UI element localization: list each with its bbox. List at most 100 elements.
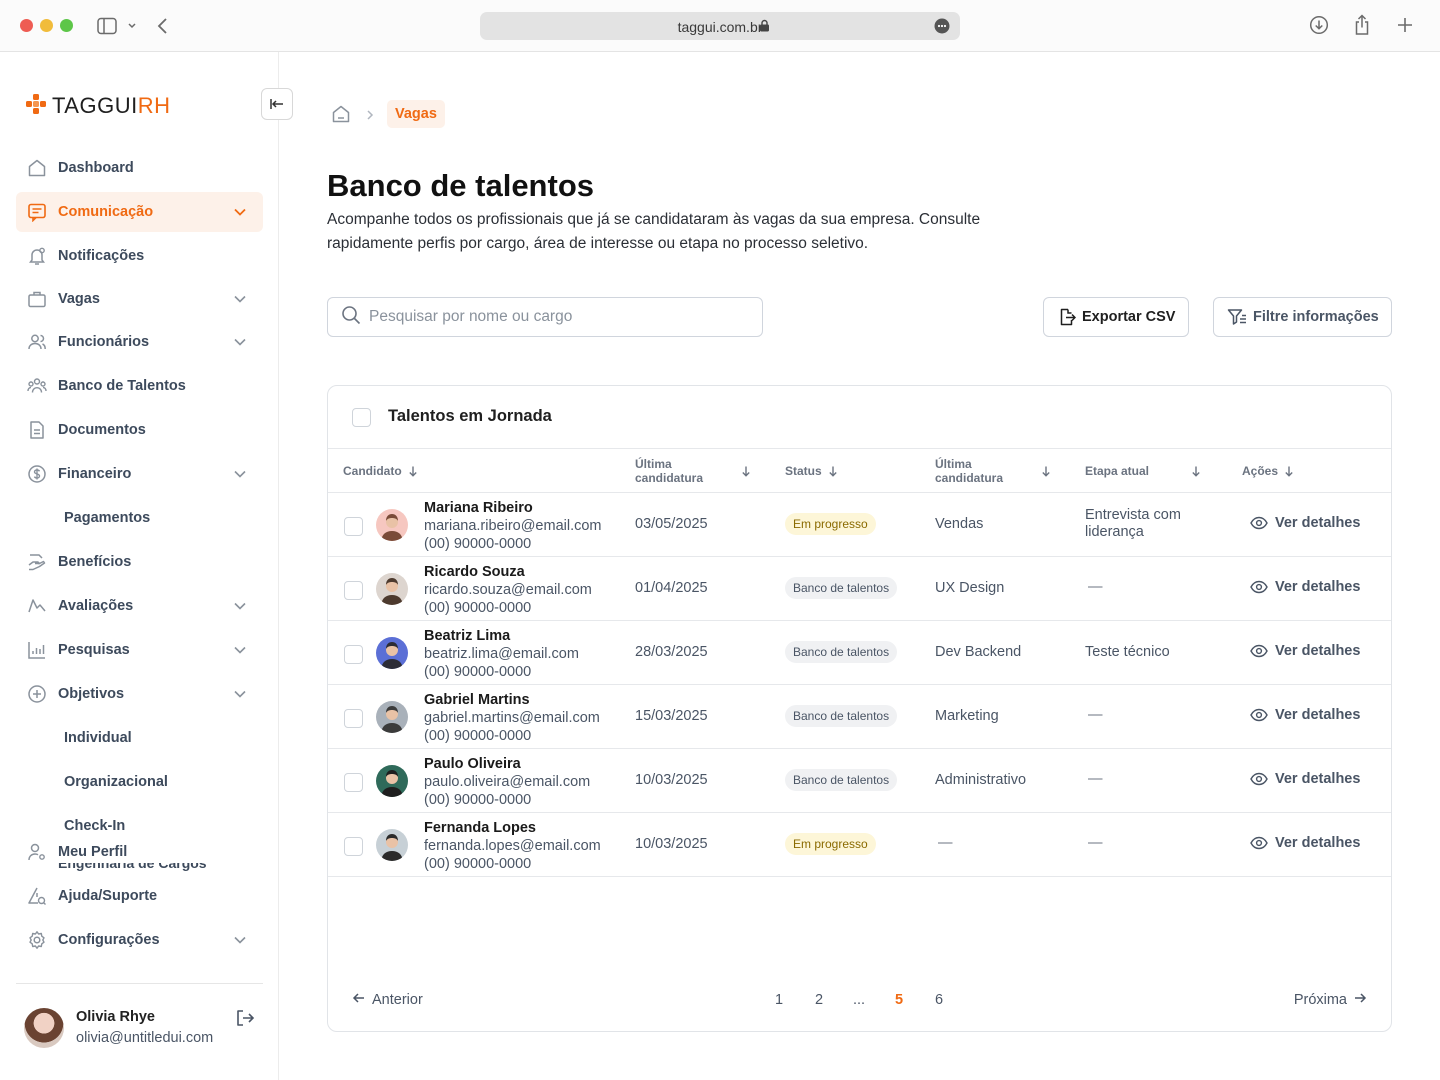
view-details-label: Ver detalhes: [1275, 515, 1361, 531]
nav-item-ajuda-suporte[interactable]: Ajuda/Suporte: [16, 876, 263, 916]
nav-item-configuracoes[interactable]: Configurações: [16, 920, 263, 960]
candidate-name[interactable]: Beatriz Lima: [424, 627, 579, 645]
nav-item-banco-de-talentos[interactable]: Banco de Talentos: [16, 366, 263, 406]
chevron-down-icon: [233, 467, 247, 486]
share-icon[interactable]: [1353, 14, 1371, 41]
nav-item-beneficios[interactable]: Benefícios: [16, 542, 263, 582]
collapse-sidebar-button[interactable]: [261, 88, 293, 120]
status-badge: Banco de talentos: [785, 769, 898, 791]
next-label: Próxima: [1293, 992, 1347, 1008]
previous-page-button[interactable]: Anterior: [352, 992, 423, 1008]
view-details-button[interactable]: Ver detalhes: [1250, 771, 1360, 787]
area-value: Vendas: [935, 516, 984, 532]
maximize-window-button[interactable]: [60, 19, 73, 32]
page-description: Acompanhe todos os profissionais que já …: [327, 211, 981, 252]
view-details-button[interactable]: Ver detalhes: [1250, 515, 1360, 531]
column-header-last-application-2[interactable]: Última candidatura: [935, 457, 1055, 485]
nav-item-financeiro[interactable]: Financeiro: [16, 454, 263, 494]
row-checkbox[interactable]: [344, 773, 363, 792]
page-number[interactable]: 5: [889, 992, 909, 1008]
row-checkbox[interactable]: [344, 517, 363, 536]
nav-label: Banco de Talentos: [58, 378, 186, 394]
area-value: —: [938, 835, 953, 851]
column-header-stage[interactable]: Etapa atual: [1085, 464, 1205, 478]
last-application-date: 01/04/2025: [635, 580, 708, 596]
next-page-button[interactable]: Próxima: [1294, 992, 1367, 1008]
sort-arrow-icon: [741, 465, 751, 477]
column-header-last-application[interactable]: Última candidatura: [635, 457, 755, 485]
candidate-name[interactable]: Ricardo Souza: [424, 563, 592, 581]
download-icon[interactable]: [1309, 15, 1329, 40]
row-checkbox[interactable]: [344, 709, 363, 728]
select-all-checkbox[interactable]: [352, 408, 371, 427]
document-icon: [27, 420, 47, 440]
breadcrumb-current[interactable]: Vagas: [387, 100, 445, 128]
nav-item-objetivos[interactable]: Objetivos: [16, 674, 263, 714]
search-box[interactable]: [327, 297, 763, 337]
status-badge: Banco de talentos: [785, 705, 898, 727]
sidebar-toggle-icon[interactable]: [97, 17, 117, 40]
close-window-button[interactable]: [20, 19, 33, 32]
table-row: Ricardo Souza ricardo.souza@email.com (0…: [328, 557, 1391, 621]
page-number[interactable]: 2: [809, 992, 829, 1008]
search-input[interactable]: [369, 308, 729, 326]
row-checkbox[interactable]: [344, 837, 363, 856]
nav-item-funcionarios[interactable]: Funcionários: [16, 322, 263, 362]
nav-subitem-organizacional[interactable]: Organizacional: [64, 774, 168, 790]
file-export-icon: [1058, 308, 1076, 326]
candidate-name[interactable]: Fernanda Lopes: [424, 819, 601, 837]
area-value: Marketing: [935, 708, 999, 724]
avatar: [376, 765, 408, 797]
export-csv-button[interactable]: Exportar CSV: [1043, 297, 1189, 337]
view-details-button[interactable]: Ver detalhes: [1250, 707, 1360, 723]
table-row: Paulo Oliveira paulo.oliveira@email.com …: [328, 749, 1391, 813]
new-tab-icon[interactable]: [1396, 16, 1414, 39]
column-header-status[interactable]: Status: [785, 464, 838, 478]
nav-subitem-individual[interactable]: Individual: [64, 730, 132, 746]
nav-item-comunicacao[interactable]: Comunicação: [16, 192, 263, 232]
user-profile[interactable]: Olivia Rhye olivia@untitledui.com: [24, 1007, 264, 1051]
avatar: [376, 637, 408, 669]
page-number[interactable]: 1: [769, 992, 789, 1008]
minimize-window-button[interactable]: [40, 19, 53, 32]
page-number[interactable]: 6: [929, 992, 949, 1008]
candidate-email: ricardo.souza@email.com: [424, 582, 592, 598]
nav-item-meu-perfil[interactable]: Meu Perfil: [16, 832, 263, 872]
view-details-button[interactable]: Ver detalhes: [1250, 643, 1360, 659]
nav-item-documentos[interactable]: Documentos: [16, 410, 263, 450]
logout-icon[interactable]: [235, 1008, 255, 1033]
lock-icon: [759, 19, 770, 37]
home-icon[interactable]: [331, 104, 351, 129]
candidate-name[interactable]: Mariana Ribeiro: [424, 499, 602, 517]
view-details-button[interactable]: Ver detalhes: [1250, 579, 1360, 595]
logo-mark-icon: [26, 94, 46, 114]
sort-arrow-icon: [1191, 465, 1201, 477]
column-header-candidate[interactable]: Candidato: [343, 464, 418, 478]
nav-item-dashboard[interactable]: Dashboard: [16, 148, 263, 188]
app-logo[interactable]: TAGGUIRH: [26, 92, 171, 120]
address-bar[interactable]: taggui.com.br: [480, 12, 960, 40]
row-checkbox[interactable]: [344, 645, 363, 664]
nav-item-notificacoes[interactable]: Notificações: [16, 236, 263, 276]
chevron-down-icon[interactable]: [127, 19, 137, 38]
nav-subitem-pagamentos[interactable]: Pagamentos: [64, 510, 150, 526]
page-ellipsis: ...: [852, 992, 866, 1008]
last-application-date: 28/03/2025: [635, 644, 708, 660]
candidate-email: mariana.ribeiro@email.com: [424, 518, 602, 534]
candidate-email: fernanda.lopes@email.com: [424, 838, 601, 854]
candidate-name[interactable]: Paulo Oliveira: [424, 755, 590, 773]
eye-icon: [1250, 644, 1268, 658]
back-arrow-icon[interactable]: [156, 16, 170, 41]
dollar-icon: [27, 464, 47, 484]
nav-item-vagas[interactable]: Vagas: [16, 279, 263, 319]
filter-button[interactable]: Filtre informações: [1213, 297, 1392, 337]
stage-value: —: [1088, 771, 1103, 787]
nav-item-avaliacoes[interactable]: Avaliações: [16, 586, 263, 626]
nav-item-pesquisas[interactable]: Pesquisas: [16, 630, 263, 670]
more-options-icon[interactable]: [934, 18, 950, 39]
view-details-button[interactable]: Ver detalhes: [1250, 835, 1360, 851]
candidate-name[interactable]: Gabriel Martins: [424, 691, 600, 709]
row-checkbox[interactable]: [344, 581, 363, 600]
view-details-label: Ver detalhes: [1275, 707, 1361, 723]
column-header-actions[interactable]: Ações: [1242, 464, 1294, 478]
